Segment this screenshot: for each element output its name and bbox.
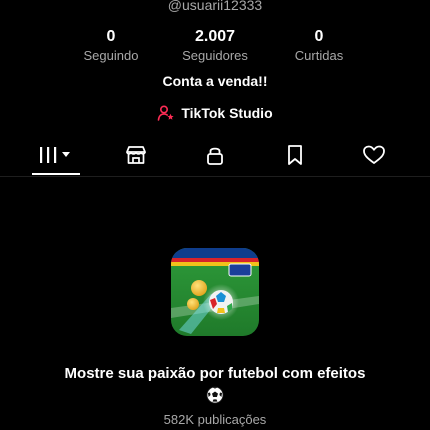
fifa-football-effect-icon[interactable] [171, 248, 259, 336]
effect-title: Mostre sua paixão por futebol com efeito… [64, 365, 366, 382]
soccer-ball-icon [206, 386, 224, 409]
followers-label: Seguidores [182, 48, 248, 63]
profile-stats: 0 Seguindo 2.007 Seguidores 0 Curtidas [0, 28, 430, 68]
stat-likes[interactable]: 0 Curtidas [264, 28, 374, 65]
store-icon [124, 144, 148, 171]
tab-liked[interactable] [349, 140, 399, 174]
following-label: Seguindo [83, 48, 139, 63]
effect-emoji-row [0, 386, 430, 409]
tab-private[interactable] [190, 140, 240, 174]
grid-bars-icon [38, 145, 74, 170]
likes-count: 0 [314, 28, 324, 45]
profile-tabs [0, 140, 430, 176]
lock-icon [204, 144, 226, 171]
likes-label: Curtidas [294, 48, 344, 63]
effect-post-count: 582K publicações [163, 412, 267, 427]
heart-icon [362, 144, 386, 171]
tiktok-studio-link[interactable]: TikTok Studio [0, 104, 430, 122]
profile-bio: Conta a venda!! [162, 73, 268, 89]
tabs-divider [0, 176, 430, 177]
profile-page: @usuarii12333 0 Seguindo 2.007 Seguidore… [0, 0, 430, 430]
stat-followers[interactable]: 2.007 Seguidores [160, 28, 270, 65]
stat-following[interactable]: 0 Seguindo [56, 28, 166, 65]
username: @usuarii12333 [167, 0, 263, 13]
tab-shop[interactable] [111, 140, 161, 174]
active-tab-indicator [32, 173, 80, 175]
bookmark-icon [285, 144, 305, 171]
person-star-icon [157, 104, 175, 122]
following-count: 0 [106, 28, 116, 45]
tab-videos-grid[interactable] [31, 140, 81, 174]
tab-favorites[interactable] [270, 140, 320, 174]
tiktok-studio-label: TikTok Studio [181, 105, 273, 121]
followers-count: 2.007 [194, 28, 236, 45]
